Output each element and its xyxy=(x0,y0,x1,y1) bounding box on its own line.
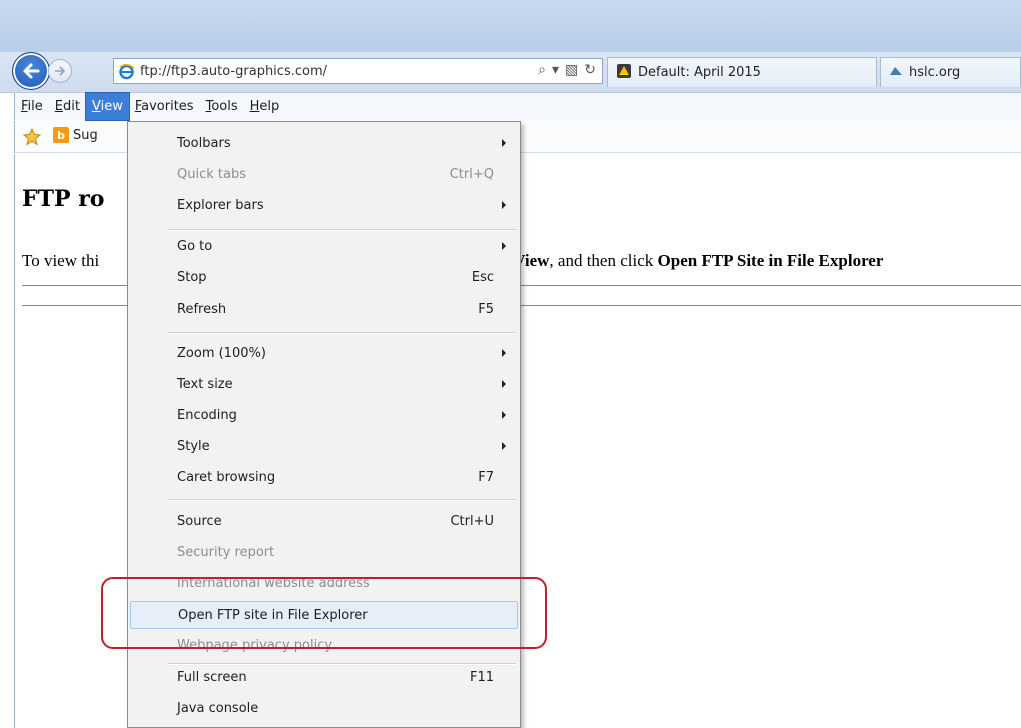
tab-label: Default: April 2015 xyxy=(638,65,761,80)
submenu-arrow-icon xyxy=(502,411,506,419)
submenu-arrow-icon xyxy=(502,201,506,209)
menu-item-security-report[interactable]: Security report xyxy=(130,539,518,567)
menu-view[interactable]: View xyxy=(84,92,130,121)
menu-separator xyxy=(168,332,516,334)
menu-item-encoding[interactable]: Encoding xyxy=(130,402,518,430)
menu-separator xyxy=(168,229,516,231)
menu-item-java-console[interactable]: Java console xyxy=(130,695,518,723)
ie-logo-icon xyxy=(118,63,135,84)
menu-help[interactable]: Help xyxy=(244,93,286,120)
suggested-sites-label: Sug xyxy=(73,127,98,143)
submenu-arrow-icon xyxy=(502,442,506,450)
window-titlebar xyxy=(0,0,1021,60)
back-arrow-icon xyxy=(23,63,40,79)
address-bar[interactable]: ftp://ftp3.auto-graphics.com/ ⌕ ▾ ▧ ↻ xyxy=(113,58,603,84)
menu-bar: File Edit View Favorites Tools Help xyxy=(14,92,1021,121)
favorites-star-icon[interactable] xyxy=(22,127,42,150)
site-favicon-icon xyxy=(616,63,632,83)
tab-label: hslc.org xyxy=(909,65,961,80)
menu-item-style[interactable]: Style xyxy=(130,433,518,461)
menu-favorites[interactable]: Favorites xyxy=(129,93,200,120)
menu-item-toolbars[interactable]: Toolbars xyxy=(130,130,518,158)
submenu-arrow-icon xyxy=(502,242,506,250)
menu-tools[interactable]: Tools xyxy=(200,93,244,120)
forward-button[interactable] xyxy=(48,59,72,83)
menu-separator xyxy=(168,499,516,501)
menu-item-refresh[interactable]: Refresh F5 xyxy=(130,296,518,324)
site-favicon-icon xyxy=(889,64,903,82)
menu-file[interactable]: File xyxy=(15,93,49,120)
tab-default-april[interactable]: Default: April 2015 xyxy=(607,57,877,87)
menu-item-go-to[interactable]: Go to xyxy=(130,233,518,261)
submenu-arrow-icon xyxy=(502,349,506,357)
dropdown-arrow-icon[interactable]: ▾ xyxy=(552,62,559,78)
menu-item-quick-tabs[interactable]: Quick tabs Ctrl+Q xyxy=(130,161,518,189)
menu-item-privacy-policy[interactable]: Webpage privacy policy... xyxy=(130,632,518,660)
menu-edit[interactable]: Edit xyxy=(49,93,86,120)
forward-arrow-icon xyxy=(55,66,66,76)
menu-item-explorer-bars[interactable]: Explorer bars xyxy=(130,192,518,220)
bing-icon: b xyxy=(53,127,69,143)
back-button[interactable] xyxy=(12,52,50,90)
suggested-sites-link[interactable]: b Sug xyxy=(53,127,98,143)
refresh-icon[interactable]: ↻ xyxy=(584,62,596,78)
search-icon[interactable]: ⌕ xyxy=(538,62,546,78)
menu-item-open-ftp-site[interactable]: Open FTP site in File Explorer xyxy=(130,601,518,629)
tab-hslc[interactable]: hslc.org xyxy=(880,57,1021,87)
menu-item-international-address[interactable]: International website address xyxy=(130,570,518,598)
address-url[interactable]: ftp://ftp3.auto-graphics.com/ xyxy=(140,64,327,79)
menu-item-caret-browsing[interactable]: Caret browsing F7 xyxy=(130,464,518,492)
menu-item-source[interactable]: Source Ctrl+U xyxy=(130,508,518,536)
submenu-arrow-icon xyxy=(502,139,506,147)
menu-item-full-screen[interactable]: Full screen F11 xyxy=(130,664,518,692)
compatibility-view-icon[interactable]: ▧ xyxy=(565,62,578,78)
submenu-arrow-icon xyxy=(502,380,506,388)
view-dropdown-menu: Toolbars Quick tabs Ctrl+Q Explorer bars … xyxy=(127,121,521,728)
menu-item-zoom[interactable]: Zoom (100%) xyxy=(130,340,518,368)
menu-item-text-size[interactable]: Text size xyxy=(130,371,518,399)
menu-item-stop[interactable]: Stop Esc xyxy=(130,264,518,292)
